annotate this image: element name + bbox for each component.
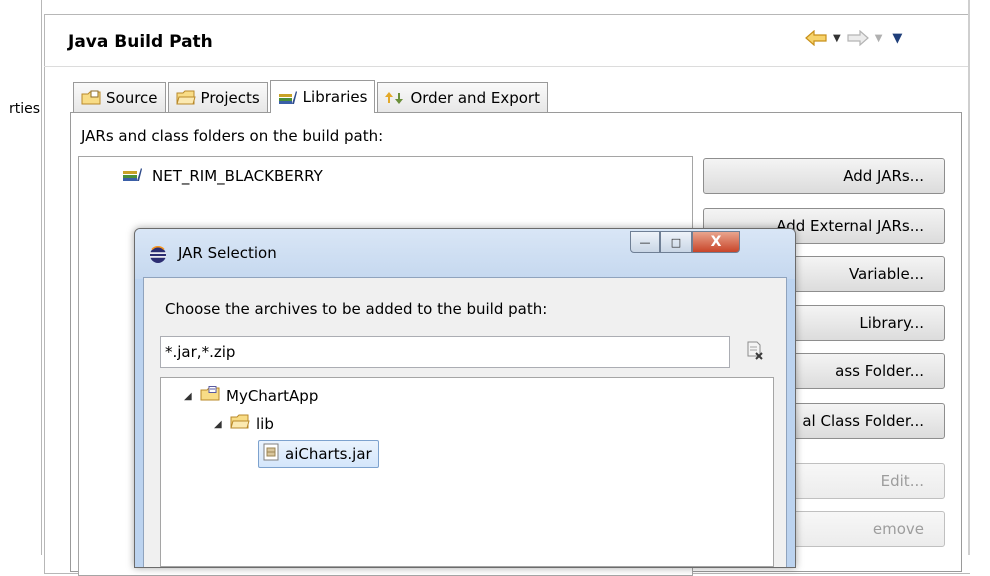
- tree-item-lib-folder[interactable]: ◢ lib: [214, 414, 274, 434]
- libraries-list-label: JARs and class folders on the build path…: [81, 127, 384, 145]
- tab-bar: Source Projects Libraries Order and Expo…: [73, 80, 550, 113]
- tab-source[interactable]: Source: [73, 82, 166, 112]
- navigation-arrows: ▼ ▼ ▼: [805, 30, 902, 46]
- archive-filter-input[interactable]: [160, 336, 730, 368]
- folder-icon: [230, 414, 250, 434]
- library-container-icon: [122, 166, 144, 186]
- back-arrow-icon[interactable]: [805, 30, 827, 46]
- clear-filter-icon[interactable]: [745, 341, 765, 365]
- properties-left-pane: [0, 0, 42, 555]
- source-folder-icon: [81, 90, 101, 106]
- tab-libraries-label: Libraries: [302, 88, 368, 106]
- project-folder-icon: [200, 386, 220, 406]
- forward-history-caret-icon[interactable]: ▼: [875, 33, 883, 44]
- order-export-icon: [385, 90, 405, 106]
- project-label: MyChartApp: [226, 387, 319, 405]
- expanded-triangle-icon[interactable]: ◢: [184, 391, 194, 402]
- folder-label: lib: [256, 415, 274, 433]
- libraries-icon: [278, 89, 298, 105]
- expanded-triangle-icon[interactable]: ◢: [214, 419, 224, 430]
- window-controls: — □ X: [630, 231, 740, 253]
- add-jars-button[interactable]: Add JARs...: [703, 158, 945, 194]
- page-title: Java Build Path: [68, 32, 213, 52]
- library-entry-label: NET_RIM_BLACKBERRY: [152, 167, 323, 185]
- jar-file-icon: [263, 443, 279, 465]
- projects-folder-icon: [175, 90, 196, 106]
- tree-item-jar-selected[interactable]: aiCharts.jar: [258, 440, 379, 468]
- close-button[interactable]: X: [692, 231, 740, 253]
- dialog-prompt: Choose the archives to be added to the b…: [165, 300, 548, 318]
- tab-source-label: Source: [106, 88, 158, 107]
- jar-file-label: aiCharts.jar: [285, 445, 372, 463]
- tab-projects[interactable]: Projects: [167, 82, 268, 112]
- window-right-edge: [968, 0, 970, 555]
- left-pane-truncated-label[interactable]: rties: [0, 101, 40, 117]
- tab-order-export[interactable]: Order and Export: [377, 82, 548, 112]
- back-history-caret-icon[interactable]: ▼: [833, 33, 841, 44]
- library-entry[interactable]: NET_RIM_BLACKBERRY: [122, 166, 323, 186]
- view-menu-icon[interactable]: ▼: [892, 31, 902, 46]
- tab-projects-label: Projects: [200, 88, 260, 107]
- tab-order-export-label: Order and Export: [410, 88, 540, 107]
- maximize-button[interactable]: □: [660, 231, 692, 253]
- forward-arrow-icon[interactable]: [847, 30, 869, 46]
- title-separator: [44, 66, 968, 67]
- eclipse-icon: [149, 246, 167, 268]
- tree-item-project[interactable]: ◢ MyChartApp: [184, 386, 318, 406]
- dialog-title: JAR Selection: [178, 244, 277, 262]
- minimize-button[interactable]: —: [630, 231, 660, 253]
- tab-libraries[interactable]: Libraries: [269, 80, 376, 113]
